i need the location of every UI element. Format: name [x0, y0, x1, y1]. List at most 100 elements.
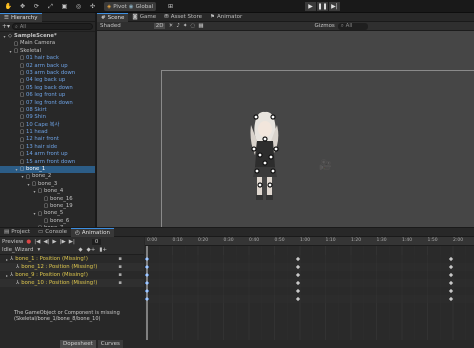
last-key-icon[interactable]: ▶|	[69, 239, 75, 245]
dopesheet-tab[interactable]: Dopesheet	[60, 340, 96, 348]
frame-field[interactable]: 0	[91, 238, 102, 245]
hierarchy-item[interactable]: ▢ 01 hair back	[0, 55, 95, 62]
clip-dropdown[interactable]: Idle_Wizard	[2, 247, 34, 253]
hierarchy-item[interactable]: ▢ Main Camera	[0, 40, 95, 47]
hierarchy-item[interactable]: ▢ 02 arm back up	[0, 63, 95, 70]
property-row[interactable]: ⅄ bone_12 : Position (Missing!) ▪	[0, 263, 144, 271]
pivot-global-toggle[interactable]: ◈ Pivot ◉ Global	[104, 2, 157, 11]
hierarchy-item[interactable]: ▢ 06 leg front up	[0, 92, 95, 99]
tab-console[interactable]: ▭ Console	[34, 228, 71, 237]
curves-tab[interactable]: Curves	[97, 340, 123, 348]
camera-frame	[161, 70, 474, 227]
hierarchy-item[interactable]: ▢ bone_19	[0, 203, 95, 210]
camera-settings-icon[interactable]: ▦	[198, 23, 203, 29]
hierarchy-item[interactable]: ▢ 07 leg front down	[0, 100, 95, 107]
ruler-tick-label: 0:10	[172, 238, 183, 243]
tab-animator[interactable]: ⚑ Animator	[206, 13, 246, 22]
hierarchy-item-label: bone_16	[50, 195, 73, 202]
scale-tool-icon[interactable]: ⤢	[46, 2, 55, 11]
gizmos-dropdown[interactable]: Gizmos	[315, 23, 335, 29]
transform-icon: ⅄	[16, 264, 20, 270]
tab-scene[interactable]: # Scene	[97, 12, 129, 22]
prev-key-icon[interactable]: ◀|	[43, 239, 49, 245]
property-menu-icon[interactable]: ▪	[118, 272, 122, 278]
hierarchy-item[interactable]: ▾ ▢ bone_1	[0, 166, 95, 174]
step-button[interactable]: ▶|	[329, 2, 340, 11]
rect-tool-icon[interactable]: ▣	[60, 2, 69, 11]
ruler-tick-label: 1:00	[300, 238, 311, 243]
pivot-button[interactable]: Pivot	[113, 4, 127, 10]
first-key-icon[interactable]: |◀	[34, 239, 40, 245]
property-menu-icon[interactable]: ▪	[118, 256, 122, 262]
hierarchy-item[interactable]: ▢ 15 arm front down	[0, 159, 95, 166]
property-row[interactable]: ▸ ⅄ bone_1 : Position (Missing!) ▪	[0, 255, 144, 263]
hierarchy-item[interactable]: ▾ ◇ SampleScene*	[0, 33, 95, 40]
custom-tool-icon[interactable]: ✣	[88, 2, 97, 11]
add-event-icon[interactable]: ▮+	[99, 247, 107, 253]
rotate-tool-icon[interactable]: ⟳	[32, 2, 41, 11]
add-key-icon[interactable]: ◆+	[87, 247, 96, 253]
tab-game[interactable]: ◙ Game	[128, 13, 160, 22]
move-tool-icon[interactable]: ✥	[18, 2, 27, 11]
shading-dropdown[interactable]: Shaded	[100, 23, 121, 29]
hierarchy-item[interactable]: ▾ ▢ Skeletal	[0, 48, 95, 55]
timeline-ruler[interactable]: 0:00 0:10 0:20 0:30 0:40 0:50 1:00 1:10 1:20 1:30…	[145, 237, 474, 246]
next-key-icon[interactable]: |▶	[60, 239, 66, 245]
hierarchy-item[interactable]: ▢ bone_6	[0, 218, 95, 225]
lighting-icon[interactable]: ☀	[168, 23, 173, 29]
hierarchy-item[interactable]: ▢ 14 arm front up	[0, 151, 95, 158]
gameobject-icon: ▢	[19, 136, 25, 143]
pause-button[interactable]: ❚❚	[317, 2, 328, 11]
tab-hierarchy[interactable]: ☰ Hierarchy	[0, 12, 42, 22]
hierarchy-item[interactable]: ▢ 09 Shin	[0, 114, 95, 121]
hierarchy-item[interactable]: ▾ ▢ bone_4	[0, 188, 95, 195]
play-anim-icon[interactable]: ▶	[52, 239, 56, 245]
character-sprite[interactable]	[245, 111, 283, 203]
record-icon[interactable]: ●	[26, 239, 31, 245]
hierarchy-item-label: bone_4	[44, 188, 64, 195]
property-menu-icon[interactable]: ▪	[118, 264, 122, 270]
hierarchy-item[interactable]: ▾ ▢ bone_5	[0, 210, 95, 217]
tab-animation[interactable]: ◴ Animation	[71, 227, 114, 237]
hierarchy-item[interactable]: ▢ 03 arm back down	[0, 70, 95, 77]
pause-icon: ❚❚	[317, 3, 328, 10]
gameobject-icon: ▢	[19, 84, 25, 91]
tab-asset-store[interactable]: ⛃ Asset Store	[160, 13, 206, 22]
filter-icon[interactable]: ◆	[78, 247, 82, 253]
property-menu-icon[interactable]: ▪	[118, 280, 122, 286]
audio-icon[interactable]: ♪	[176, 23, 180, 29]
clip-dropdown-icon[interactable]: ▾	[38, 247, 41, 253]
ruler-tick-label: 0:40	[249, 238, 260, 243]
hierarchy-item[interactable]: ▢ 11 head	[0, 129, 95, 136]
property-row[interactable]: ⅄ bone_10 : Position (Missing!) ▪	[0, 279, 144, 287]
mode-2d-toggle[interactable]: 2D	[153, 23, 166, 29]
hierarchy-item[interactable]: ▾ ▢ bone_3	[0, 181, 95, 188]
scene-viewport[interactable]: 🎥	[97, 31, 474, 227]
hierarchy-item[interactable]: ▢ bone_16	[0, 196, 95, 203]
hierarchy-item[interactable]: ▢ 05 leg back down	[0, 85, 95, 92]
hierarchy-search-input[interactable]: ⌕ All	[12, 23, 93, 30]
grid-snap-icon[interactable]: ⊞	[166, 2, 175, 11]
property-row[interactable]: ▸ ⅄ bone_9 : Position (Missing!) ▪	[0, 271, 144, 279]
hierarchy-item[interactable]: ▢ 04 leg back up	[0, 77, 95, 84]
add-icon[interactable]: +▾	[2, 23, 10, 30]
play-button[interactable]: ▶	[305, 2, 316, 11]
hierarchy-item[interactable]: ▢ 10 Cape 복사	[0, 122, 95, 129]
hierarchy-item[interactable]: ▢ 12 hair front	[0, 136, 95, 143]
keyframe-grid[interactable]	[145, 246, 474, 340]
scene-search-input[interactable]: ⌕ All	[337, 22, 368, 30]
gameobject-icon: ▢	[13, 40, 19, 47]
hidden-icon[interactable]: ◌	[191, 23, 196, 29]
camera-gizmo-icon[interactable]: 🎥	[319, 160, 331, 171]
hand-tool-icon[interactable]: ✋	[4, 2, 13, 11]
global-button[interactable]: Global	[136, 4, 154, 10]
effects-icon[interactable]: ✦	[183, 23, 188, 29]
preview-toggle[interactable]: Preview	[2, 239, 23, 245]
dopesheet-timeline[interactable]: 0:00 0:10 0:20 0:30 0:40 0:50 1:00 1:10 1:20 1:30…	[145, 237, 474, 340]
transform-tool-icon[interactable]: ◎	[74, 2, 83, 11]
gameobject-icon: ▢	[43, 203, 49, 210]
hierarchy-item[interactable]: ▾ ▢ bone_2	[0, 173, 95, 180]
hierarchy-item[interactable]: ▢ 13 hair side	[0, 144, 95, 151]
hierarchy-item[interactable]: ▢ 08 Skirt	[0, 107, 95, 114]
tab-project[interactable]: ▤ Project	[0, 228, 34, 237]
